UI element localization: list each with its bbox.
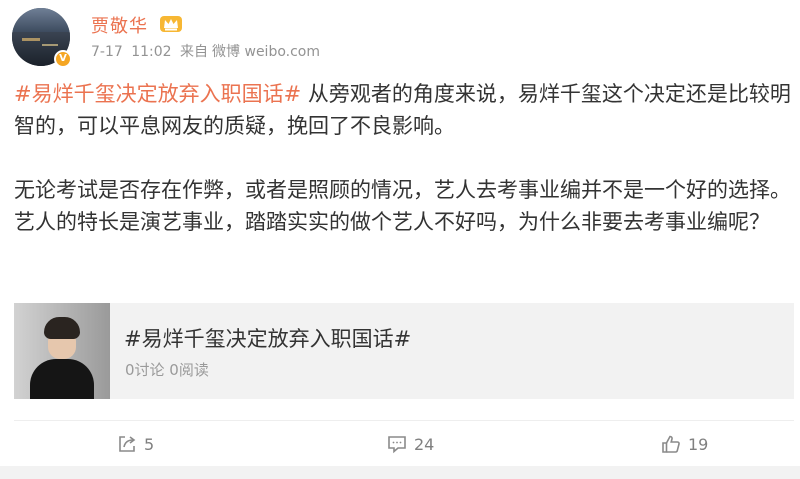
post-time[interactable]: 11:02 [131, 44, 171, 60]
source-prefix: 来自 [180, 44, 209, 60]
topic-card-thumbnail [14, 303, 110, 399]
topic-card-title: #易烊千玺决定放弃入职国话# [124, 327, 412, 351]
thumbs-up-icon [662, 435, 680, 453]
share-icon [119, 436, 136, 452]
comment-button[interactable]: 24 [386, 430, 434, 458]
action-bar: 5 24 19 [0, 424, 800, 464]
comment-icon [388, 436, 406, 454]
divider [14, 420, 794, 421]
like-button[interactable]: 19 [660, 430, 708, 458]
post-meta: 7-17 11:02 来自 微博 weibo.com [91, 41, 324, 61]
post-source[interactable]: 微博 weibo.com [212, 44, 320, 60]
thumbnail-figure-hair [44, 317, 80, 339]
feed-separator [0, 466, 800, 479]
topic-link[interactable]: #易烊千玺决定放弃入职国话# [14, 82, 301, 106]
post-date[interactable]: 7-17 [91, 44, 123, 60]
crown-icon[interactable] [159, 14, 183, 34]
share-count: 5 [144, 434, 155, 454]
avatar-light [22, 38, 40, 41]
like-count: 19 [688, 434, 709, 454]
thumbnail-figure-body [30, 359, 94, 399]
share-button[interactable]: 5 [116, 430, 154, 458]
avatar-sky [12, 8, 70, 34]
post-header: V 贾敬华 7-17 11:02 来自 微博 weibo.com [12, 8, 792, 68]
post-paragraph-1: #易烊千玺决定放弃入职国话# 从旁观者的角度来说，易烊千玺这个决定还是比较明智的… [14, 78, 794, 142]
topic-card-stats: 0讨论 0阅读 [125, 361, 209, 379]
verified-v-icon: V [54, 50, 72, 68]
avatar-light [42, 44, 58, 46]
post-paragraph-2: 无论考试是否存在作弊，或者是照顾的情况，艺人去考事业编并不是一个好的选择。艺人的… [14, 178, 791, 234]
post-body: #易烊千玺决定放弃入职国话# 从旁观者的角度来说，易烊千玺这个决定还是比较明智的… [14, 78, 794, 238]
comment-count: 24 [414, 434, 435, 454]
username[interactable]: 贾敬华 [91, 12, 148, 38]
topic-card[interactable]: #易烊千玺决定放弃入职国话# 0讨论 0阅读 [14, 303, 794, 399]
